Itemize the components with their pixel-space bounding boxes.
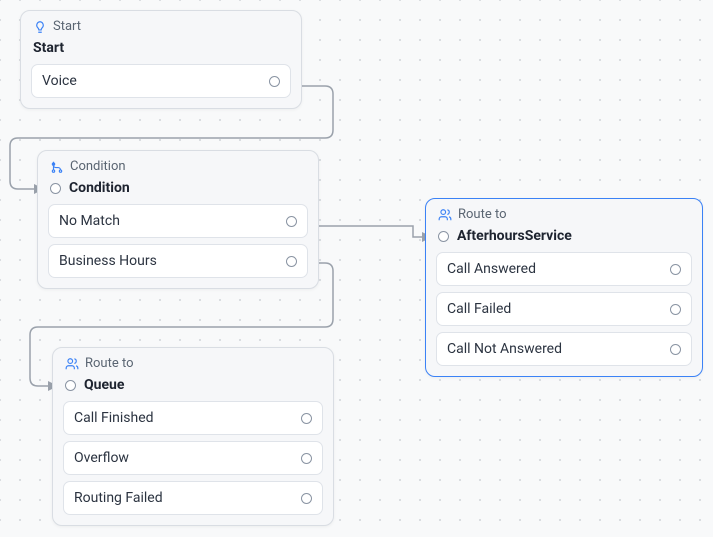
node-condition-option[interactable]: Business Hours (48, 244, 308, 278)
output-port-icon[interactable] (670, 264, 681, 275)
node-route-afterhours-title-row: AfterhoursService (426, 228, 702, 252)
option-label: No Match (59, 213, 120, 229)
node-start-header: Start (21, 11, 301, 40)
option-label: Call Not Answered (447, 341, 562, 357)
output-port-icon[interactable] (286, 216, 297, 227)
node-route-queue-title-row: Queue (53, 377, 333, 401)
node-condition-title-row: Condition (38, 180, 318, 204)
node-condition-option[interactable]: No Match (48, 204, 308, 238)
node-route-queue-title: Queue (84, 377, 124, 393)
node-route-afterhours-header: Route to (426, 199, 702, 228)
option-label: Call Answered (447, 261, 536, 277)
node-condition-title: Condition (69, 180, 130, 196)
node-route-afterhours-option[interactable]: Call Failed (436, 292, 692, 326)
option-label: Business Hours (59, 253, 157, 269)
node-condition-type-label: Condition (70, 159, 126, 174)
node-route-queue-header: Route to (53, 348, 333, 377)
option-label: Call Failed (447, 301, 511, 317)
node-route-afterhours-option[interactable]: Call Answered (436, 252, 692, 286)
node-condition[interactable]: Condition Condition No Match Business Ho… (37, 150, 319, 289)
node-start-title-row: Start (21, 40, 301, 64)
node-route-queue-type-label: Route to (85, 356, 134, 371)
node-route-afterhours[interactable]: Route to AfterhoursService Call Answered… (425, 198, 703, 377)
node-route-afterhours-type-label: Route to (458, 207, 507, 222)
node-start[interactable]: Start Start Voice (20, 10, 302, 109)
input-port-icon[interactable] (65, 380, 76, 391)
output-port-icon[interactable] (670, 344, 681, 355)
lightbulb-icon (33, 20, 47, 34)
node-start-option[interactable]: Voice (31, 64, 291, 98)
output-port-icon[interactable] (269, 76, 280, 87)
node-condition-header: Condition (38, 151, 318, 180)
output-port-icon[interactable] (670, 304, 681, 315)
users-icon (438, 208, 452, 222)
node-route-queue[interactable]: Route to Queue Call Finished Overflow Ro… (52, 347, 334, 526)
option-label: Voice (42, 73, 77, 89)
node-route-afterhours-title: AfterhoursService (457, 228, 572, 244)
output-port-icon[interactable] (286, 256, 297, 267)
node-start-type-label: Start (53, 19, 81, 34)
option-label: Overflow (74, 450, 129, 466)
branch-icon (50, 160, 64, 174)
option-label: Routing Failed (74, 490, 163, 506)
node-route-queue-option[interactable]: Call Finished (63, 401, 323, 435)
option-label: Call Finished (74, 410, 154, 426)
node-route-queue-option[interactable]: Overflow (63, 441, 323, 475)
node-route-queue-option[interactable]: Routing Failed (63, 481, 323, 515)
output-port-icon[interactable] (301, 453, 312, 464)
users-icon (65, 357, 79, 371)
node-start-title: Start (33, 40, 64, 56)
node-route-afterhours-option[interactable]: Call Not Answered (436, 332, 692, 366)
output-port-icon[interactable] (301, 413, 312, 424)
input-port-icon[interactable] (438, 231, 449, 242)
output-port-icon[interactable] (301, 493, 312, 504)
input-port-icon[interactable] (50, 183, 61, 194)
